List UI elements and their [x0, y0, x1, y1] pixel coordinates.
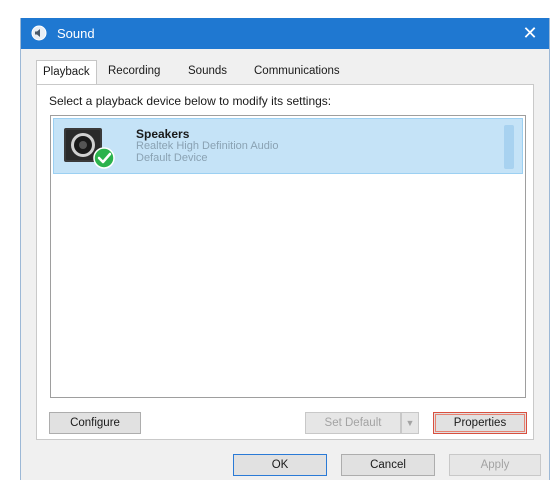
close-button[interactable]: ✕	[511, 18, 549, 49]
playback-panel: Select a playback device below to modify…	[36, 84, 534, 440]
properties-button[interactable]: Properties	[433, 412, 527, 434]
device-name: Speakers	[136, 127, 190, 141]
instruction-text: Select a playback device below to modify…	[49, 94, 332, 108]
level-meter	[504, 125, 514, 169]
configure-button[interactable]: Configure	[49, 412, 141, 434]
device-status: Default Device	[136, 152, 208, 164]
ok-button[interactable]: OK	[233, 454, 327, 476]
check-icon	[93, 147, 115, 169]
window-title: Sound	[57, 26, 95, 41]
cancel-button[interactable]: Cancel	[341, 454, 435, 476]
tab-sounds[interactable]: Sounds	[182, 60, 233, 82]
device-driver: Realtek High Definition Audio	[136, 140, 279, 152]
apply-button[interactable]: Apply	[449, 454, 541, 476]
sound-dialog: Sound ✕ Playback Recording Sounds Commun…	[20, 18, 550, 480]
tab-recording[interactable]: Recording	[102, 60, 166, 82]
tab-playback[interactable]: Playback	[36, 60, 97, 85]
tab-communications[interactable]: Communications	[248, 60, 346, 82]
close-icon: ✕	[522, 23, 538, 43]
title-bar[interactable]: Sound ✕	[21, 18, 549, 49]
list-item[interactable]: Speakers Realtek High Definition Audio D…	[53, 118, 523, 174]
speaker-icon	[64, 128, 115, 169]
sound-icon	[31, 25, 47, 41]
device-list[interactable]: Speakers Realtek High Definition Audio D…	[50, 115, 526, 398]
chevron-down-icon: ▼	[405, 418, 415, 428]
set-default-dropdown[interactable]: ▼	[401, 412, 419, 434]
set-default-button[interactable]: Set Default	[305, 412, 401, 434]
